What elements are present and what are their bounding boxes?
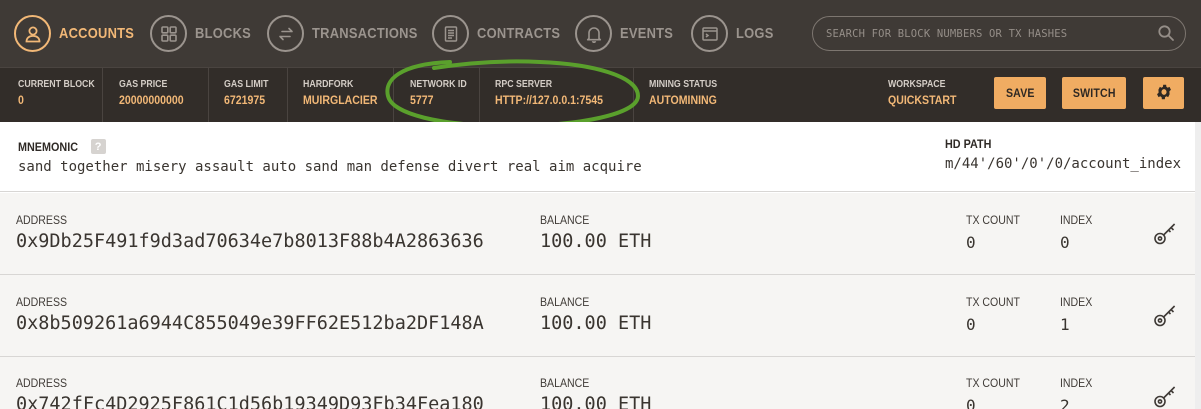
nav-events[interactable]: EVENTS [575,0,682,67]
tx-count-label: TX COUNT [966,295,1020,309]
nav-blocks[interactable]: BLOCKS [150,0,260,67]
workspace-stat: WORKSPACE QUICKSTART [888,79,966,113]
account-tx-count: 0 [966,396,976,409]
save-button-label: SAVE [1005,86,1035,100]
divider [393,68,394,123]
search-input[interactable] [826,27,1146,40]
save-button[interactable]: SAVE [994,77,1046,109]
nav-accounts-label: ACCOUNTS [59,25,135,42]
rpc-server-stat: RPC SERVER HTTP://127.0.0.1:7545 [495,79,618,113]
balance-label: BALANCE [540,376,590,390]
current-block-value: 0 [18,93,24,107]
index-label: INDEX [1060,295,1093,309]
search-box [812,16,1186,51]
current-block-label: CURRENT BLOCK [18,79,95,90]
index-label: INDEX [1060,213,1093,227]
key-icon[interactable] [1152,219,1180,247]
network-id-stat: NETWORK ID 5777 [410,79,474,113]
settings-button[interactable] [1143,77,1184,109]
account-index: 1 [1060,315,1070,334]
network-id-label: NETWORK ID [410,79,467,90]
account-address: 0x9Db25F491f9d3ad70634e7b8013F88b4A28636… [16,231,484,252]
gas-limit-label: GAS LIMIT [224,79,269,90]
account-address: 0x742fFc4D2925F861C1d56b19349D93Fb34Fea1… [16,394,484,409]
switch-button[interactable]: SWITCH [1062,77,1126,109]
divider [479,68,480,123]
blocks-grid-icon [150,15,187,52]
tx-count-label: TX COUNT [966,213,1020,227]
gas-limit-value: 6721975 [224,93,266,107]
terminal-icon [691,15,728,52]
gas-price-value: 20000000000 [119,93,184,107]
mnemonic-header: MNEMONIC? [18,138,106,156]
account-tx-count: 0 [966,233,976,252]
nav-events-label: EVENTS [620,25,674,42]
gas-price-label: GAS PRICE [119,79,168,90]
divider [102,68,103,123]
switch-button-label: SWITCH [1072,86,1116,100]
mining-status-stat: MINING STATUS AUTOMINING [649,79,726,113]
nav-blocks-label: BLOCKS [195,25,252,42]
account-balance: 100.00 ETH [540,231,652,252]
key-icon[interactable] [1152,382,1180,409]
divider [633,68,634,123]
account-tx-count: 0 [966,315,976,334]
balance-label: BALANCE [540,213,590,227]
network-id-value: 5777 [410,93,434,107]
mnemonic-section: MNEMONIC? sand together misery assault a… [0,122,1201,192]
mining-status-value: AUTOMINING [649,93,717,107]
divider [208,68,209,123]
search-icon[interactable] [1157,24,1175,42]
hd-path-label: HD PATH [945,137,992,151]
current-block-stat: CURRENT BLOCK 0 [18,79,105,113]
key-icon[interactable] [1152,301,1180,329]
hardfork-label: HARDFORK [303,79,354,90]
address-label: ADDRESS [16,295,68,309]
nav-transactions[interactable]: TRANSACTIONS [267,0,435,67]
nav-accounts[interactable]: ACCOUNTS [14,0,146,67]
account-balance: 100.00 ETH [540,313,652,334]
status-bar: CURRENT BLOCK 0 GAS PRICE 20000000000 GA… [0,67,1201,123]
person-icon [14,15,51,52]
nav-transactions-label: TRANSACTIONS [312,25,418,42]
gas-limit-stat: GAS LIMIT 6721975 [224,79,275,113]
help-icon[interactable]: ? [90,139,106,155]
index-label: INDEX [1060,376,1093,390]
hd-path-value: m/44'/60'/0'/0/account_index [945,156,1182,172]
nav-logs-label: LOGS [736,25,774,42]
mnemonic-label: MNEMONIC [18,140,79,154]
account-row[interactable]: ADDRESS 0x742fFc4D2925F861C1d56b19349D93… [0,357,1201,409]
hardfork-stat: HARDFORK MUIRGLACIER [303,79,388,113]
address-label: ADDRESS [16,376,68,390]
address-label: ADDRESS [16,213,68,227]
account-index: 0 [1060,233,1070,252]
account-index: 2 [1060,396,1070,409]
tx-count-label: TX COUNT [966,376,1020,390]
account-row[interactable]: ADDRESS 0x8b509261a6944C855049e39FF62E51… [0,275,1201,357]
divider [287,68,288,123]
top-navigation: ACCOUNTS BLOCKS TRANSACTIONS CONTRACTS E… [0,0,1201,67]
nav-contracts[interactable]: CONTRACTS [432,0,574,67]
nav-contracts-label: CONTRACTS [477,25,561,42]
hardfork-value: MUIRGLACIER [303,93,378,107]
mnemonic-phrase: sand together misery assault auto sand m… [18,159,642,175]
rpc-server-value: HTTP://127.0.0.1:7545 [495,93,604,107]
account-address: 0x8b509261a6944C855049e39FF62E512ba2DF14… [16,313,484,334]
bell-icon [575,15,612,52]
mining-status-label: MINING STATUS [649,79,718,90]
document-icon [432,15,469,52]
scrollbar[interactable] [1195,122,1201,409]
balance-label: BALANCE [540,295,590,309]
transfer-arrows-icon [267,15,304,52]
workspace-value: QUICKSTART [888,93,957,107]
gear-icon [1155,82,1173,105]
account-row[interactable]: ADDRESS 0x9Db25F491f9d3ad70634e7b8013F88… [0,193,1201,275]
account-balance: 100.00 ETH [540,394,652,409]
rpc-server-label: RPC SERVER [495,79,553,90]
nav-logs[interactable]: LOGS [691,0,780,67]
gas-price-stat: GAS PRICE 20000000000 [119,79,192,113]
workspace-label: WORKSPACE [888,79,946,90]
